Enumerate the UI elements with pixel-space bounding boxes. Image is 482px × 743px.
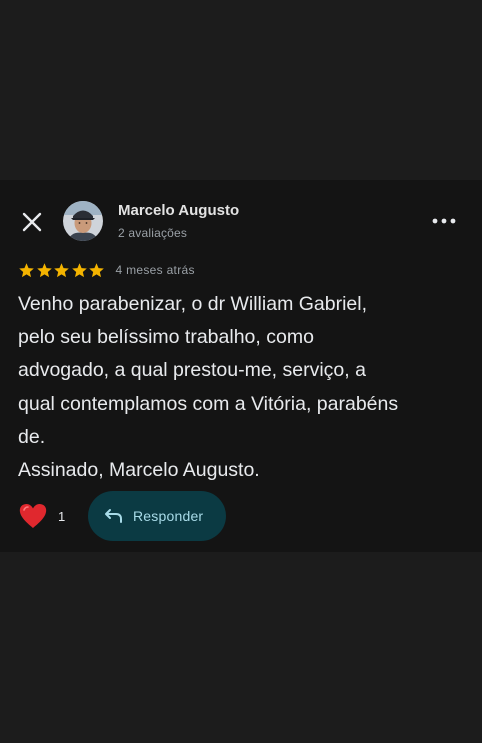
avatar[interactable] [63,201,103,241]
star-icon [54,262,69,277]
review-card: Marcelo Augusto 2 avaliações 4 meses atr… [0,180,482,552]
author-review-count: 2 avaliações [118,226,188,240]
star-icon [89,262,104,277]
review-actions: 1 Responder [18,491,226,541]
reply-button[interactable]: Responder [88,491,226,541]
heart-icon [19,504,47,528]
star-icon [36,262,52,277]
star-icon [71,262,87,277]
review-time: 4 meses atrás [115,263,195,277]
close-button[interactable] [18,208,46,236]
reply-label: Responder [133,508,204,524]
close-icon [22,212,42,232]
more-horizontal-icon [432,218,456,224]
star-icon [19,262,34,277]
screen: Marcelo Augusto 2 avaliações 4 meses atr… [0,0,482,743]
like-button[interactable]: 1 [18,502,65,530]
like-count: 1 [58,508,66,524]
avatar-image [63,201,103,241]
rating-row: 4 meses atrás [18,261,195,279]
more-options-button[interactable] [428,210,460,232]
review-text: Venho parabenizar, o dr William Gabriel,… [18,293,399,482]
reply-icon [104,506,124,526]
star-rating [18,262,106,279]
author-name[interactable]: Marcelo Augusto [118,202,239,219]
